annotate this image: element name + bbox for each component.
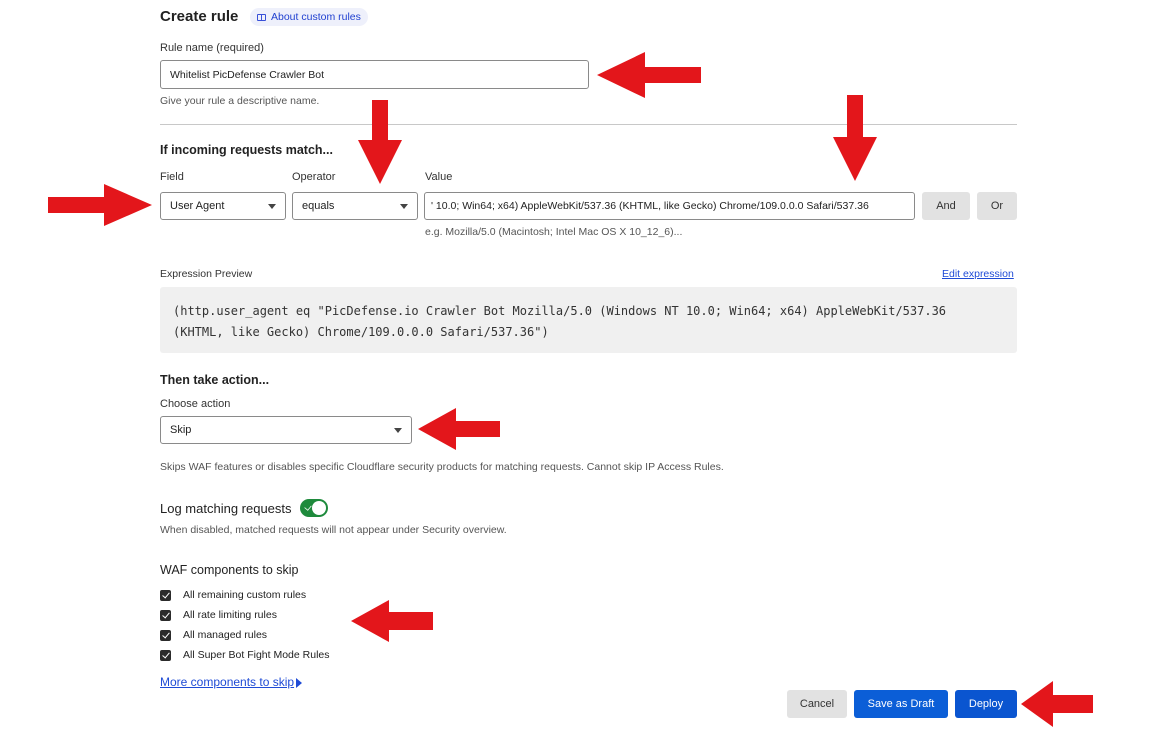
cancel-button[interactable]: Cancel [787,690,847,718]
deploy-button[interactable]: Deploy [955,690,1017,718]
save-draft-button[interactable]: Save as Draft [854,690,948,718]
action-select[interactable]: Skip [160,416,412,444]
edit-expression-link[interactable]: Edit expression [942,268,1014,280]
rule-name-hint: Give your rule a descriptive name. [160,95,320,107]
expression-preview: (http.user_agent eq "PicDefense.io Crawl… [160,287,1017,353]
expression-line-1: (http.user_agent eq "PicDefense.io Crawl… [173,304,947,318]
checkbox-checked-icon[interactable] [160,589,171,601]
annotation-arrow-left-icon [351,600,433,642]
toggle-knob [312,501,326,515]
about-custom-rules-link[interactable]: About custom rules [250,8,368,26]
choose-action-label: Choose action [160,398,231,410]
waf-item-label: All remaining custom rules [183,589,307,601]
value-hint: e.g. Mozilla/5.0 (Macintosh; Intel Mac O… [425,226,683,238]
log-matching-label: Log matching requests [160,501,292,516]
value-input[interactable]: ' 10.0; Win64; x64) AppleWebKit/537.36 (… [424,192,915,220]
annotation-arrow-down-icon [833,95,877,181]
operator-select-value: equals [302,200,335,212]
expression-line-2: (KHTML, like Gecko) Chrome/109.0.0.0 Saf… [173,325,549,339]
checkbox-checked-icon[interactable] [160,629,171,641]
more-components-label: More components to skip [160,675,295,689]
log-description: When disabled, matched requests will not… [160,524,507,536]
waf-item-label: All Super Bot Fight Mode Rules [183,649,330,661]
annotation-arrow-right-icon [48,184,152,226]
chevron-down-icon [394,427,402,433]
checkbox-checked-icon[interactable] [160,649,171,661]
more-components-link[interactable]: More components to skip [160,675,303,689]
waf-heading: WAF components to skip [160,563,299,577]
operator-select[interactable]: equals [292,192,418,220]
about-custom-rules-label: About custom rules [271,11,361,23]
play-arrow-icon [296,677,303,688]
annotation-arrow-left-icon [418,408,500,450]
action-select-value: Skip [170,424,192,436]
field-select-value: User Agent [170,200,225,212]
operator-label: Operator [292,171,336,183]
value-label: Value [425,171,453,183]
chevron-down-icon [400,203,408,209]
page-title: Create rule [160,8,239,25]
waf-item[interactable]: All managed rules [160,629,267,641]
waf-item[interactable]: All Super Bot Fight Mode Rules [160,649,330,661]
action-heading: Then take action... [160,373,270,387]
waf-item[interactable]: All remaining custom rules [160,589,306,601]
chevron-down-icon [268,203,276,209]
annotation-arrow-left-icon [1021,681,1093,727]
action-description: Skips WAF features or disables specific … [160,461,724,473]
match-heading: If incoming requests match... [160,143,333,157]
waf-item-label: All rate limiting rules [183,609,277,621]
book-icon [257,13,266,21]
expression-preview-label: Expression Preview [160,268,253,280]
field-label: Field [160,171,184,183]
rule-name-input[interactable]: Whitelist PicDefense Crawler Bot [160,60,589,89]
rule-name-label: Rule name (required) [160,42,264,54]
annotation-arrow-left-icon [597,52,701,98]
section-divider [160,124,1017,125]
checkbox-checked-icon[interactable] [160,609,171,621]
check-icon [304,503,312,511]
or-button[interactable]: Or [977,192,1017,220]
and-button[interactable]: And [922,192,970,220]
waf-item[interactable]: All rate limiting rules [160,609,277,621]
log-matching-toggle[interactable] [300,499,328,517]
waf-item-label: All managed rules [183,629,268,641]
annotation-arrow-down-icon [358,100,402,184]
field-select[interactable]: User Agent [160,192,286,220]
